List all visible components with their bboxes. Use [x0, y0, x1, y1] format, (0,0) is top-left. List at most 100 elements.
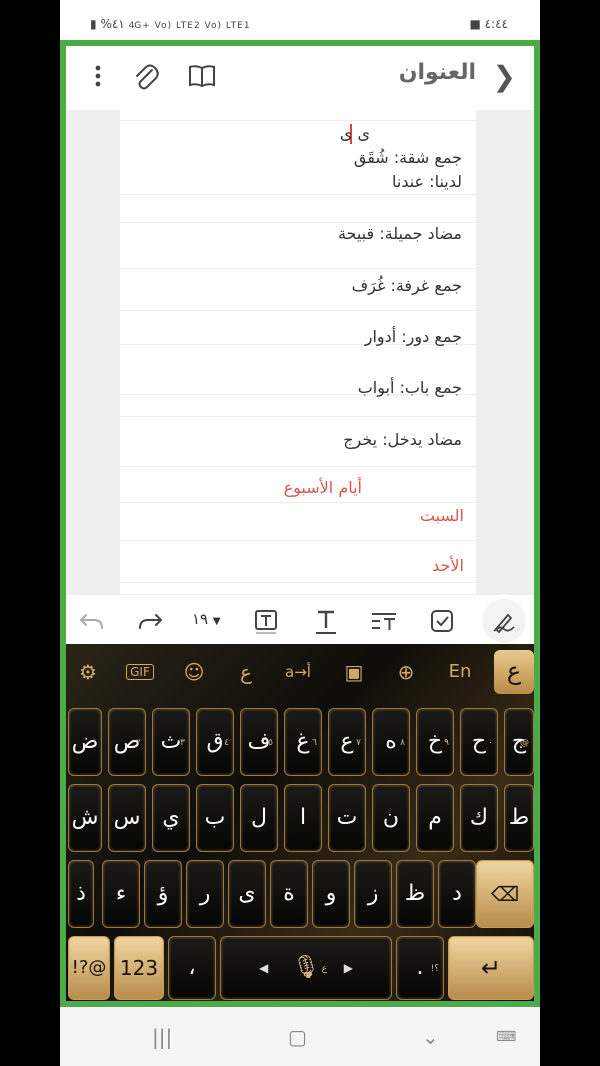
attachment-icon[interactable] [130, 60, 162, 92]
globe-icon[interactable]: ⊕ [390, 656, 422, 688]
arabic-language-key[interactable]: ع [494, 650, 534, 694]
note-line: جمع باب: أبواب [357, 378, 462, 397]
note-line: ى ى [339, 124, 370, 143]
key-yaa[interactable]: ي [152, 784, 190, 852]
key-hamza[interactable]: ء [102, 860, 140, 928]
note-line-heading: أيام الأسبوع [283, 478, 362, 497]
note-line: جمع غرفة: غُرَف [351, 276, 462, 295]
key-label: د [452, 881, 462, 906]
key-sheen[interactable]: ش [68, 784, 102, 852]
rule-line [120, 222, 476, 223]
key-label: ز [367, 881, 379, 906]
key-qaaf[interactable]: ٤ق [196, 708, 234, 776]
key-label: ة [283, 881, 295, 906]
gear-icon[interactable]: ⚙ [72, 656, 104, 688]
paragraph-format-icon[interactable] [368, 605, 400, 637]
rule-line [120, 120, 476, 121]
symbols-key[interactable]: !?@ [68, 936, 110, 1000]
hide-keyboard-icon[interactable]: ⌄ [422, 1025, 439, 1049]
key-label: !?@ [71, 957, 107, 978]
book-icon[interactable] [186, 60, 218, 92]
key-hint: ٦ [312, 738, 317, 748]
key-jeem[interactable]: @ ج [504, 708, 534, 776]
key-taa-marbuta[interactable]: ة [270, 860, 308, 928]
key-faa[interactable]: ٥ف [240, 708, 278, 776]
key-taa-emphatic[interactable]: ط [504, 784, 534, 852]
key-baa[interactable]: ب [196, 784, 234, 852]
back-chevron-icon[interactable]: ❯ [493, 60, 516, 93]
handwriting-keyboard-icon[interactable]: ع [230, 656, 262, 688]
key-noon[interactable]: ن [372, 784, 410, 852]
emoji-icon[interactable]: ☺ [178, 656, 210, 688]
space-key[interactable]: ع ◀ 🎙 ▶ [220, 936, 392, 1000]
note-line: السبت [419, 506, 464, 525]
key-haa-dot[interactable]: ٠ح [460, 708, 498, 776]
key-haa[interactable]: ٨ه [372, 708, 410, 776]
key-ghain[interactable]: ٦غ [284, 708, 322, 776]
key-label: ك [469, 805, 489, 830]
key-thaa-emphatic[interactable]: ظ [396, 860, 434, 928]
key-khaa[interactable]: ٩خ [416, 708, 454, 776]
key-label: ا [299, 805, 307, 830]
key-zay[interactable]: ز [354, 860, 392, 928]
key-saad[interactable]: ٢ص [108, 708, 146, 776]
period-key[interactable]: !؟. [396, 936, 444, 1000]
key-label: ى [238, 881, 256, 906]
key-label: ت [336, 805, 358, 830]
key-label: ه [385, 729, 397, 754]
status-time: ٤:٤٤ [484, 17, 508, 31]
key-alif-maqsura[interactable]: ى [228, 860, 266, 928]
key-label: س [113, 805, 141, 830]
rule-line [120, 502, 476, 503]
key-alif[interactable]: ا [284, 784, 322, 852]
numbers-key[interactable]: 123 [114, 936, 164, 1000]
note-title[interactable]: العنوان [399, 60, 476, 85]
key-kaaf[interactable]: ك [460, 784, 498, 852]
key-daal[interactable]: د [438, 860, 476, 928]
more-options-icon[interactable] [82, 60, 114, 92]
key-label: ر [199, 881, 211, 906]
handwriting-button[interactable] [482, 599, 526, 643]
recent-apps-icon[interactable]: ||| [152, 1025, 172, 1049]
key-thaa[interactable]: ٣ث [152, 708, 190, 776]
app-toolbar: ❯ العنوان [66, 46, 534, 110]
undo-icon[interactable] [76, 605, 108, 637]
key-label: ع [340, 729, 354, 754]
clipboard-icon[interactable]: ▣ [338, 656, 370, 688]
key-label: ء [115, 881, 127, 906]
note-line: الأحد [432, 556, 464, 575]
note-line: مضاد يدخل: يخرج [343, 430, 462, 449]
redo-icon[interactable] [134, 605, 166, 637]
key-daad[interactable]: ١ض [68, 708, 102, 776]
checkbox-icon[interactable] [426, 605, 458, 637]
comma-key[interactable]: ، [168, 936, 216, 1000]
key-seen[interactable]: س [108, 784, 146, 852]
font-size-selector[interactable]: ١٩ ▼ [192, 610, 221, 628]
key-label: ث [160, 729, 182, 754]
keyboard-switch-icon[interactable]: ⌨ [496, 1029, 516, 1045]
note-sheet[interactable]: ى ى جمع شقة: شُقَق لدينا: عندنا مضاد جمي… [120, 110, 476, 594]
key-thaal[interactable]: ذ [68, 860, 94, 928]
gif-button[interactable]: GIF [122, 656, 158, 688]
key-waw-hamza[interactable]: ؤ [144, 860, 182, 928]
note-line: جمع دور: أدوار [364, 327, 462, 346]
key-label: ط [508, 805, 530, 830]
text-box-icon[interactable] [250, 605, 282, 637]
transliteration-button[interactable]: a→أ [276, 656, 320, 688]
key-waw[interactable]: و [312, 860, 350, 928]
text-style-icon[interactable] [310, 605, 342, 637]
home-icon[interactable]: ▢ [288, 1025, 307, 1049]
key-ain[interactable]: ٧ع [328, 708, 366, 776]
key-laam[interactable]: ل [240, 784, 278, 852]
english-toggle[interactable]: En [442, 656, 478, 688]
rule-line [120, 194, 476, 195]
gif-label: GIF [126, 664, 154, 680]
key-taa[interactable]: ت [328, 784, 366, 852]
key-raa[interactable]: ر [186, 860, 224, 928]
keyboard-toolbar: ⚙ GIF ☺ ع a→أ ▣ ⊕ En ع [66, 644, 534, 700]
backspace-key[interactable]: ⌫ [476, 860, 534, 928]
enter-key[interactable]: ↵ [448, 936, 534, 1000]
key-meem[interactable]: م [416, 784, 454, 852]
cursor-right-icon: ▶ [343, 961, 353, 975]
network-status: 4G+ Vo) LTE2 Vo) LTE1 [128, 21, 251, 31]
